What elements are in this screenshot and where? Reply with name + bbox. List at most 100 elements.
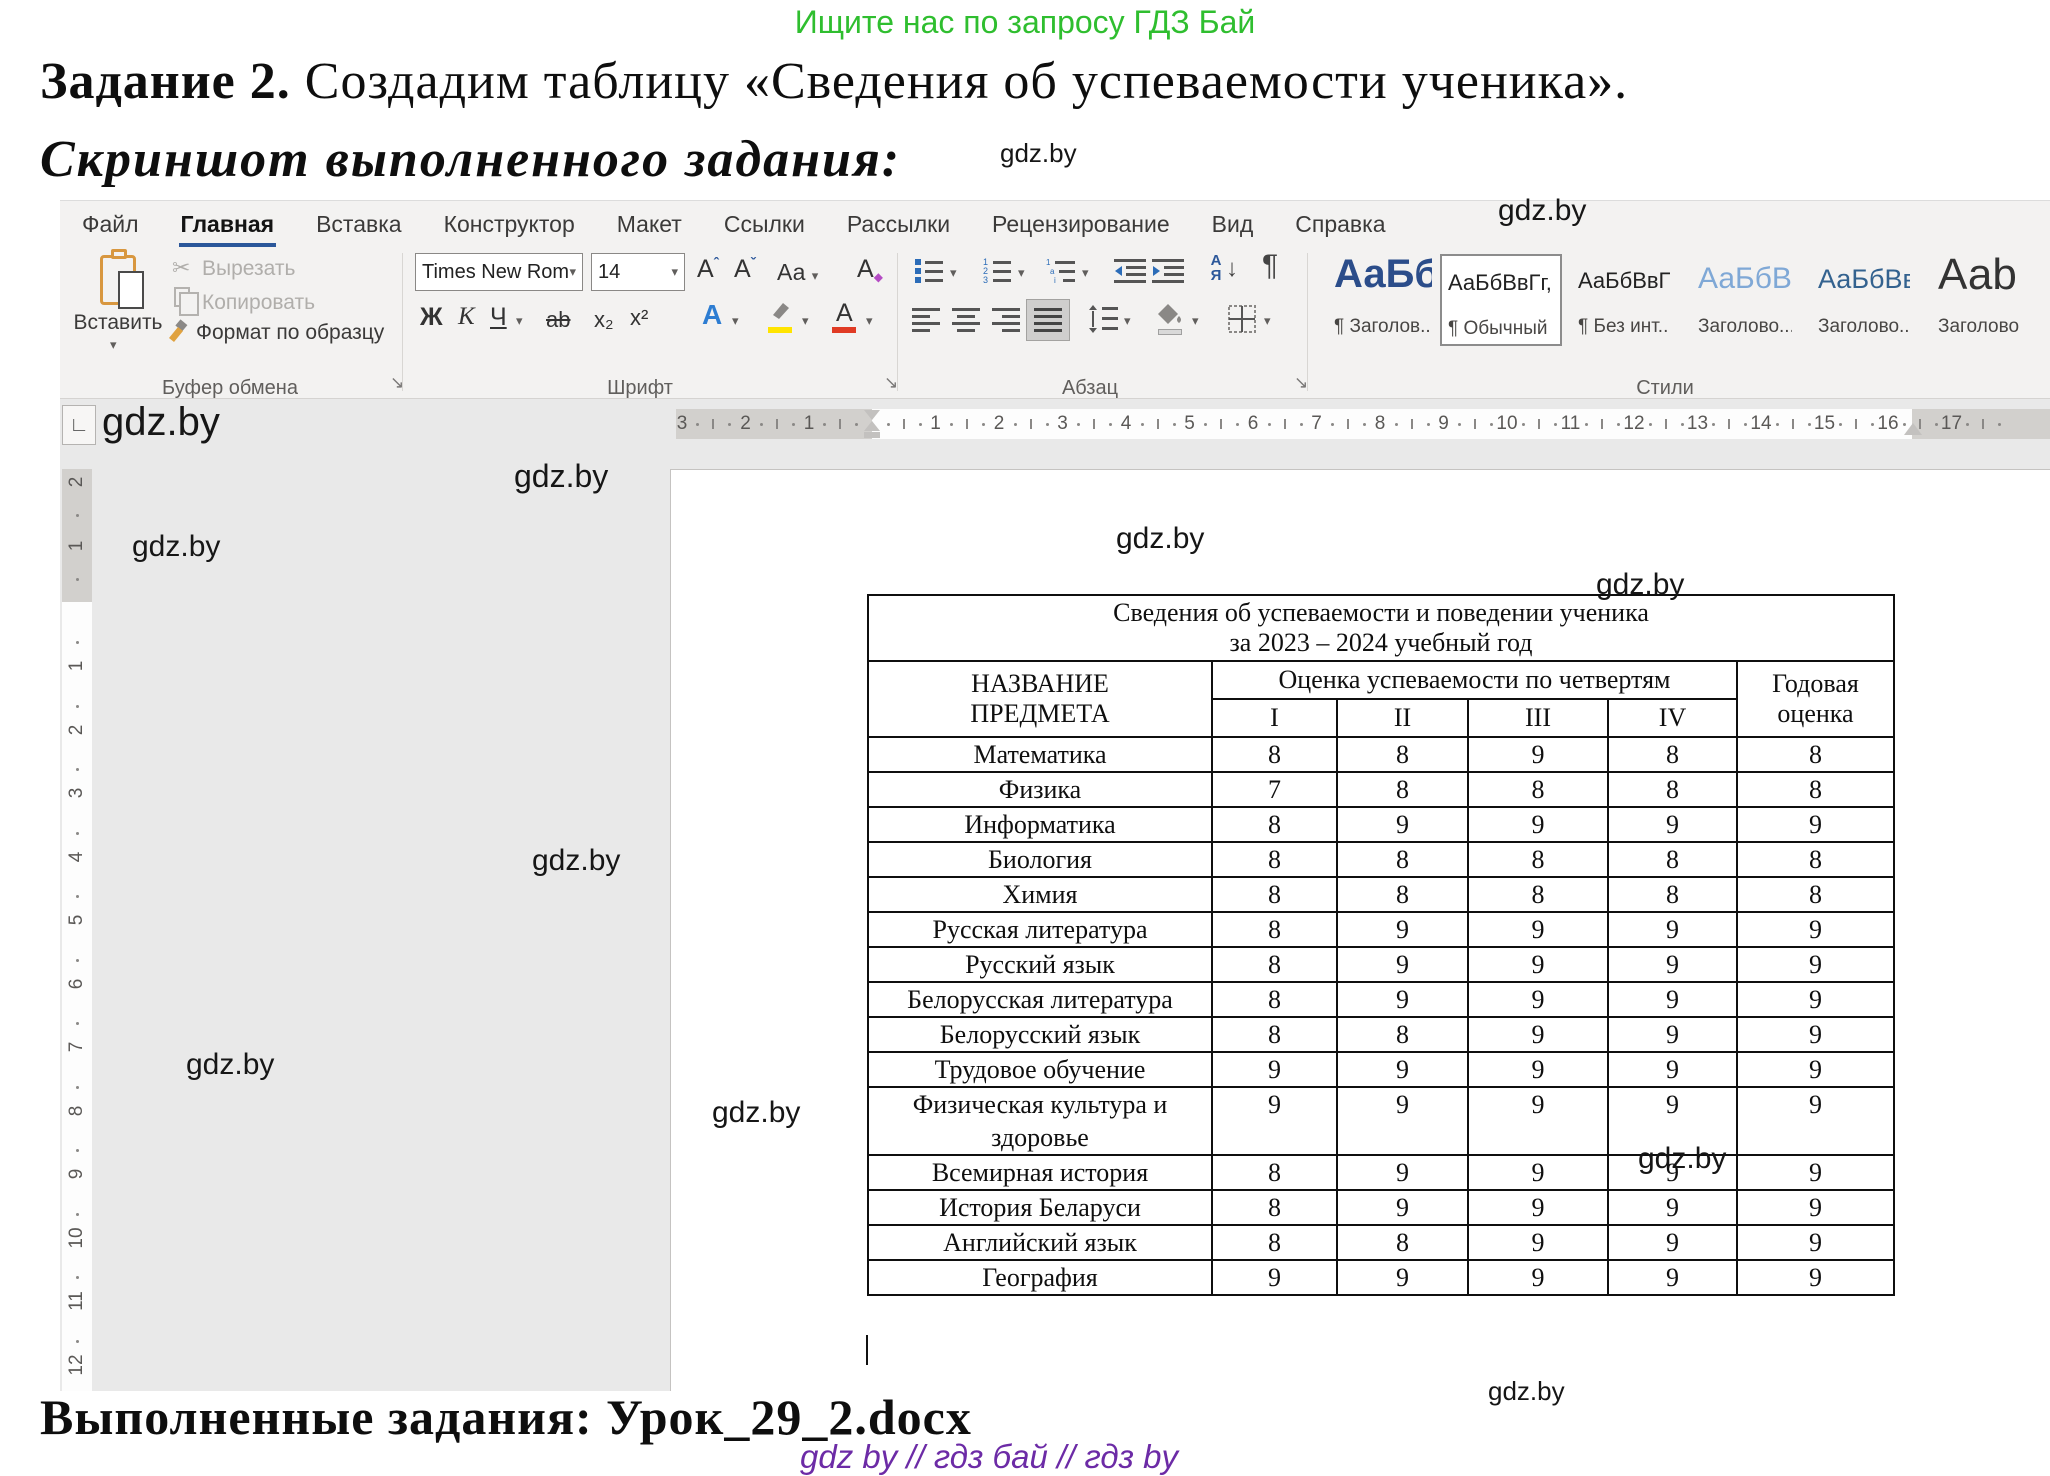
hanging-indent-marker[interactable] bbox=[864, 421, 880, 431]
year-grade-cell: 8 bbox=[1737, 737, 1894, 772]
quarter-col-header: IV bbox=[1608, 699, 1737, 737]
ruler-tick bbox=[712, 419, 714, 429]
ruler-tick bbox=[76, 705, 79, 708]
subject-cell: Физическая культура и здоровье bbox=[868, 1087, 1212, 1155]
grade-cell: 8 bbox=[1337, 1017, 1468, 1052]
year-grade-cell: 9 bbox=[1737, 1260, 1894, 1295]
year-grade-cell: 9 bbox=[1737, 912, 1894, 947]
left-indent-marker[interactable] bbox=[864, 432, 880, 438]
ribbon-tab-1[interactable]: Главная bbox=[181, 211, 275, 238]
subject-column-header: НАЗВАНИЕ ПРЕДМЕТА bbox=[868, 661, 1212, 737]
ribbon-tab-5[interactable]: Ссылки bbox=[724, 211, 805, 238]
ruler-tick bbox=[1808, 423, 1811, 426]
ruler-tick bbox=[1966, 423, 1969, 426]
grades-tbody: Математика88988Физика78888Информатика899… bbox=[868, 737, 1894, 1295]
grade-cell: 8 bbox=[1212, 912, 1337, 947]
table-row: Английский язык88999 bbox=[868, 1225, 1894, 1260]
task-number: Задание 2. bbox=[40, 53, 291, 110]
ribbon-tab-3[interactable]: Конструктор bbox=[444, 211, 575, 238]
year-grade-cell: 9 bbox=[1737, 1225, 1894, 1260]
gdz-watermark: gdz.by bbox=[132, 530, 220, 564]
style-item[interactable]: АаБбВвЗаголово... bbox=[1692, 254, 1792, 346]
ribbon-tab-6[interactable]: Рассылки bbox=[847, 211, 950, 238]
ribbon-tab-4[interactable]: Макет bbox=[617, 211, 682, 238]
ribbon-tabs: Файл Главная Вставка Конструктор Макет Ссылки… bbox=[60, 201, 2050, 247]
ribbon-tab-2[interactable]: Вставка bbox=[316, 211, 402, 238]
ruler-tick bbox=[1046, 423, 1049, 426]
task-text: Создадим таблицу «Сведения об успеваемос… bbox=[291, 53, 1628, 110]
table-row: История Беларуси89999 bbox=[868, 1190, 1894, 1225]
style-label: Заголово... bbox=[1818, 316, 1910, 338]
ruler-tick bbox=[760, 423, 763, 426]
ruler-number: 11 bbox=[66, 1289, 88, 1313]
ruler-number: 5 bbox=[66, 908, 88, 932]
ruler-tick bbox=[887, 423, 890, 426]
ribbon-tab-9[interactable]: Справка bbox=[1295, 211, 1385, 238]
grade-cell: 9 bbox=[1468, 912, 1608, 947]
footer-label: Выполненные задания: bbox=[40, 1389, 593, 1445]
ruler-tick bbox=[966, 419, 968, 429]
document-canvas: 21123456789101112 Сведения об успеваемос… bbox=[60, 449, 2050, 1391]
style-item[interactable]: АаБбВвГг,¶ Обычный bbox=[1440, 254, 1562, 346]
ribbon-tab-7[interactable]: Рецензирование bbox=[992, 211, 1170, 238]
ribbon-tab-8[interactable]: Вид bbox=[1212, 211, 1254, 238]
table-header-row: НАЗВАНИЕ ПРЕДМЕТА Оценка успеваемости по… bbox=[868, 661, 1894, 699]
ruler-tick bbox=[1617, 423, 1620, 426]
gdz-watermark: gdz.by bbox=[1596, 568, 1684, 602]
grade-cell: 9 bbox=[1608, 807, 1737, 842]
grade-cell: 8 bbox=[1212, 877, 1337, 912]
subject-cell: Английский язык bbox=[868, 1225, 1212, 1260]
vertical-ruler[interactable]: 21123456789101112 bbox=[62, 449, 92, 1391]
subject-cell: Белорусская литература bbox=[868, 982, 1212, 1017]
ruler-tick bbox=[903, 419, 905, 429]
ruler-tick bbox=[76, 895, 79, 898]
ruler-tick bbox=[1776, 423, 1779, 426]
ruler-number: 4 bbox=[1121, 413, 1132, 435]
gdz-watermark: gdz.by bbox=[712, 1096, 800, 1130]
ruler-tick bbox=[1855, 419, 1857, 429]
ruler-tick bbox=[1347, 419, 1349, 429]
ruler-number: 3 bbox=[66, 781, 88, 805]
ruler-tick bbox=[1204, 423, 1207, 426]
grade-cell: 8 bbox=[1468, 772, 1608, 807]
font-group-label: Шрифт bbox=[540, 377, 740, 397]
ruler-number: 14 bbox=[1750, 413, 1771, 435]
grades-table[interactable]: Сведения об успеваемости и поведении уче… bbox=[867, 594, 1895, 1296]
style-item[interactable]: АаБбВвГг,¶ Без инт... bbox=[1572, 254, 1670, 346]
ruler-number: 8 bbox=[66, 1099, 88, 1123]
year-grade-cell: 9 bbox=[1737, 807, 1894, 842]
ruler-tick bbox=[982, 423, 985, 426]
ruler-tick bbox=[1474, 419, 1476, 429]
style-preview: АаБбВвГ bbox=[1818, 264, 1910, 295]
year-grade-cell: 9 bbox=[1737, 947, 1894, 982]
ruler-tick bbox=[1935, 423, 1938, 426]
year-grade-cell: 9 bbox=[1737, 1017, 1894, 1052]
ruler-tick bbox=[76, 768, 79, 771]
ruler-row: ∟ 3211234567891011121314151617 bbox=[60, 399, 2050, 449]
style-item[interactable]: АаbЗаголово bbox=[1932, 254, 2050, 346]
subject-cell: Белорусский язык bbox=[868, 1017, 1212, 1052]
ruler-tick bbox=[1395, 423, 1398, 426]
ruler-number: 2 bbox=[66, 718, 88, 742]
grade-cell: 9 bbox=[1468, 982, 1608, 1017]
tab-stop-selector[interactable]: ∟ bbox=[62, 405, 96, 445]
grade-cell: 9 bbox=[1337, 1260, 1468, 1295]
ruler-number: 8 bbox=[1375, 413, 1386, 435]
ribbon-tab-0[interactable]: Файл bbox=[82, 211, 139, 238]
table-title-row: Сведения об успеваемости и поведении уче… bbox=[868, 595, 1894, 661]
table-row: Русский язык89999 bbox=[868, 947, 1894, 982]
style-item[interactable]: АаБб¶ Заголов... bbox=[1328, 254, 1432, 346]
style-item[interactable]: АаБбВвГ Заголово... bbox=[1812, 254, 1910, 346]
subject-cell: Информатика bbox=[868, 807, 1212, 842]
grade-cell: 9 bbox=[1608, 947, 1737, 982]
first-line-indent-marker[interactable] bbox=[864, 410, 880, 420]
style-label: ¶ Обычный bbox=[1448, 318, 1547, 340]
ruler-tick bbox=[76, 959, 79, 962]
horizontal-ruler[interactable]: 3211234567891011121314151617 bbox=[676, 409, 2050, 439]
grade-cell: 9 bbox=[1608, 912, 1737, 947]
ruler-tick bbox=[792, 423, 795, 426]
grade-cell: 7 bbox=[1212, 772, 1337, 807]
ruler-number: 7 bbox=[1311, 413, 1322, 435]
ruler-tick bbox=[76, 1149, 79, 1152]
ruler-number: 10 bbox=[66, 1226, 88, 1250]
